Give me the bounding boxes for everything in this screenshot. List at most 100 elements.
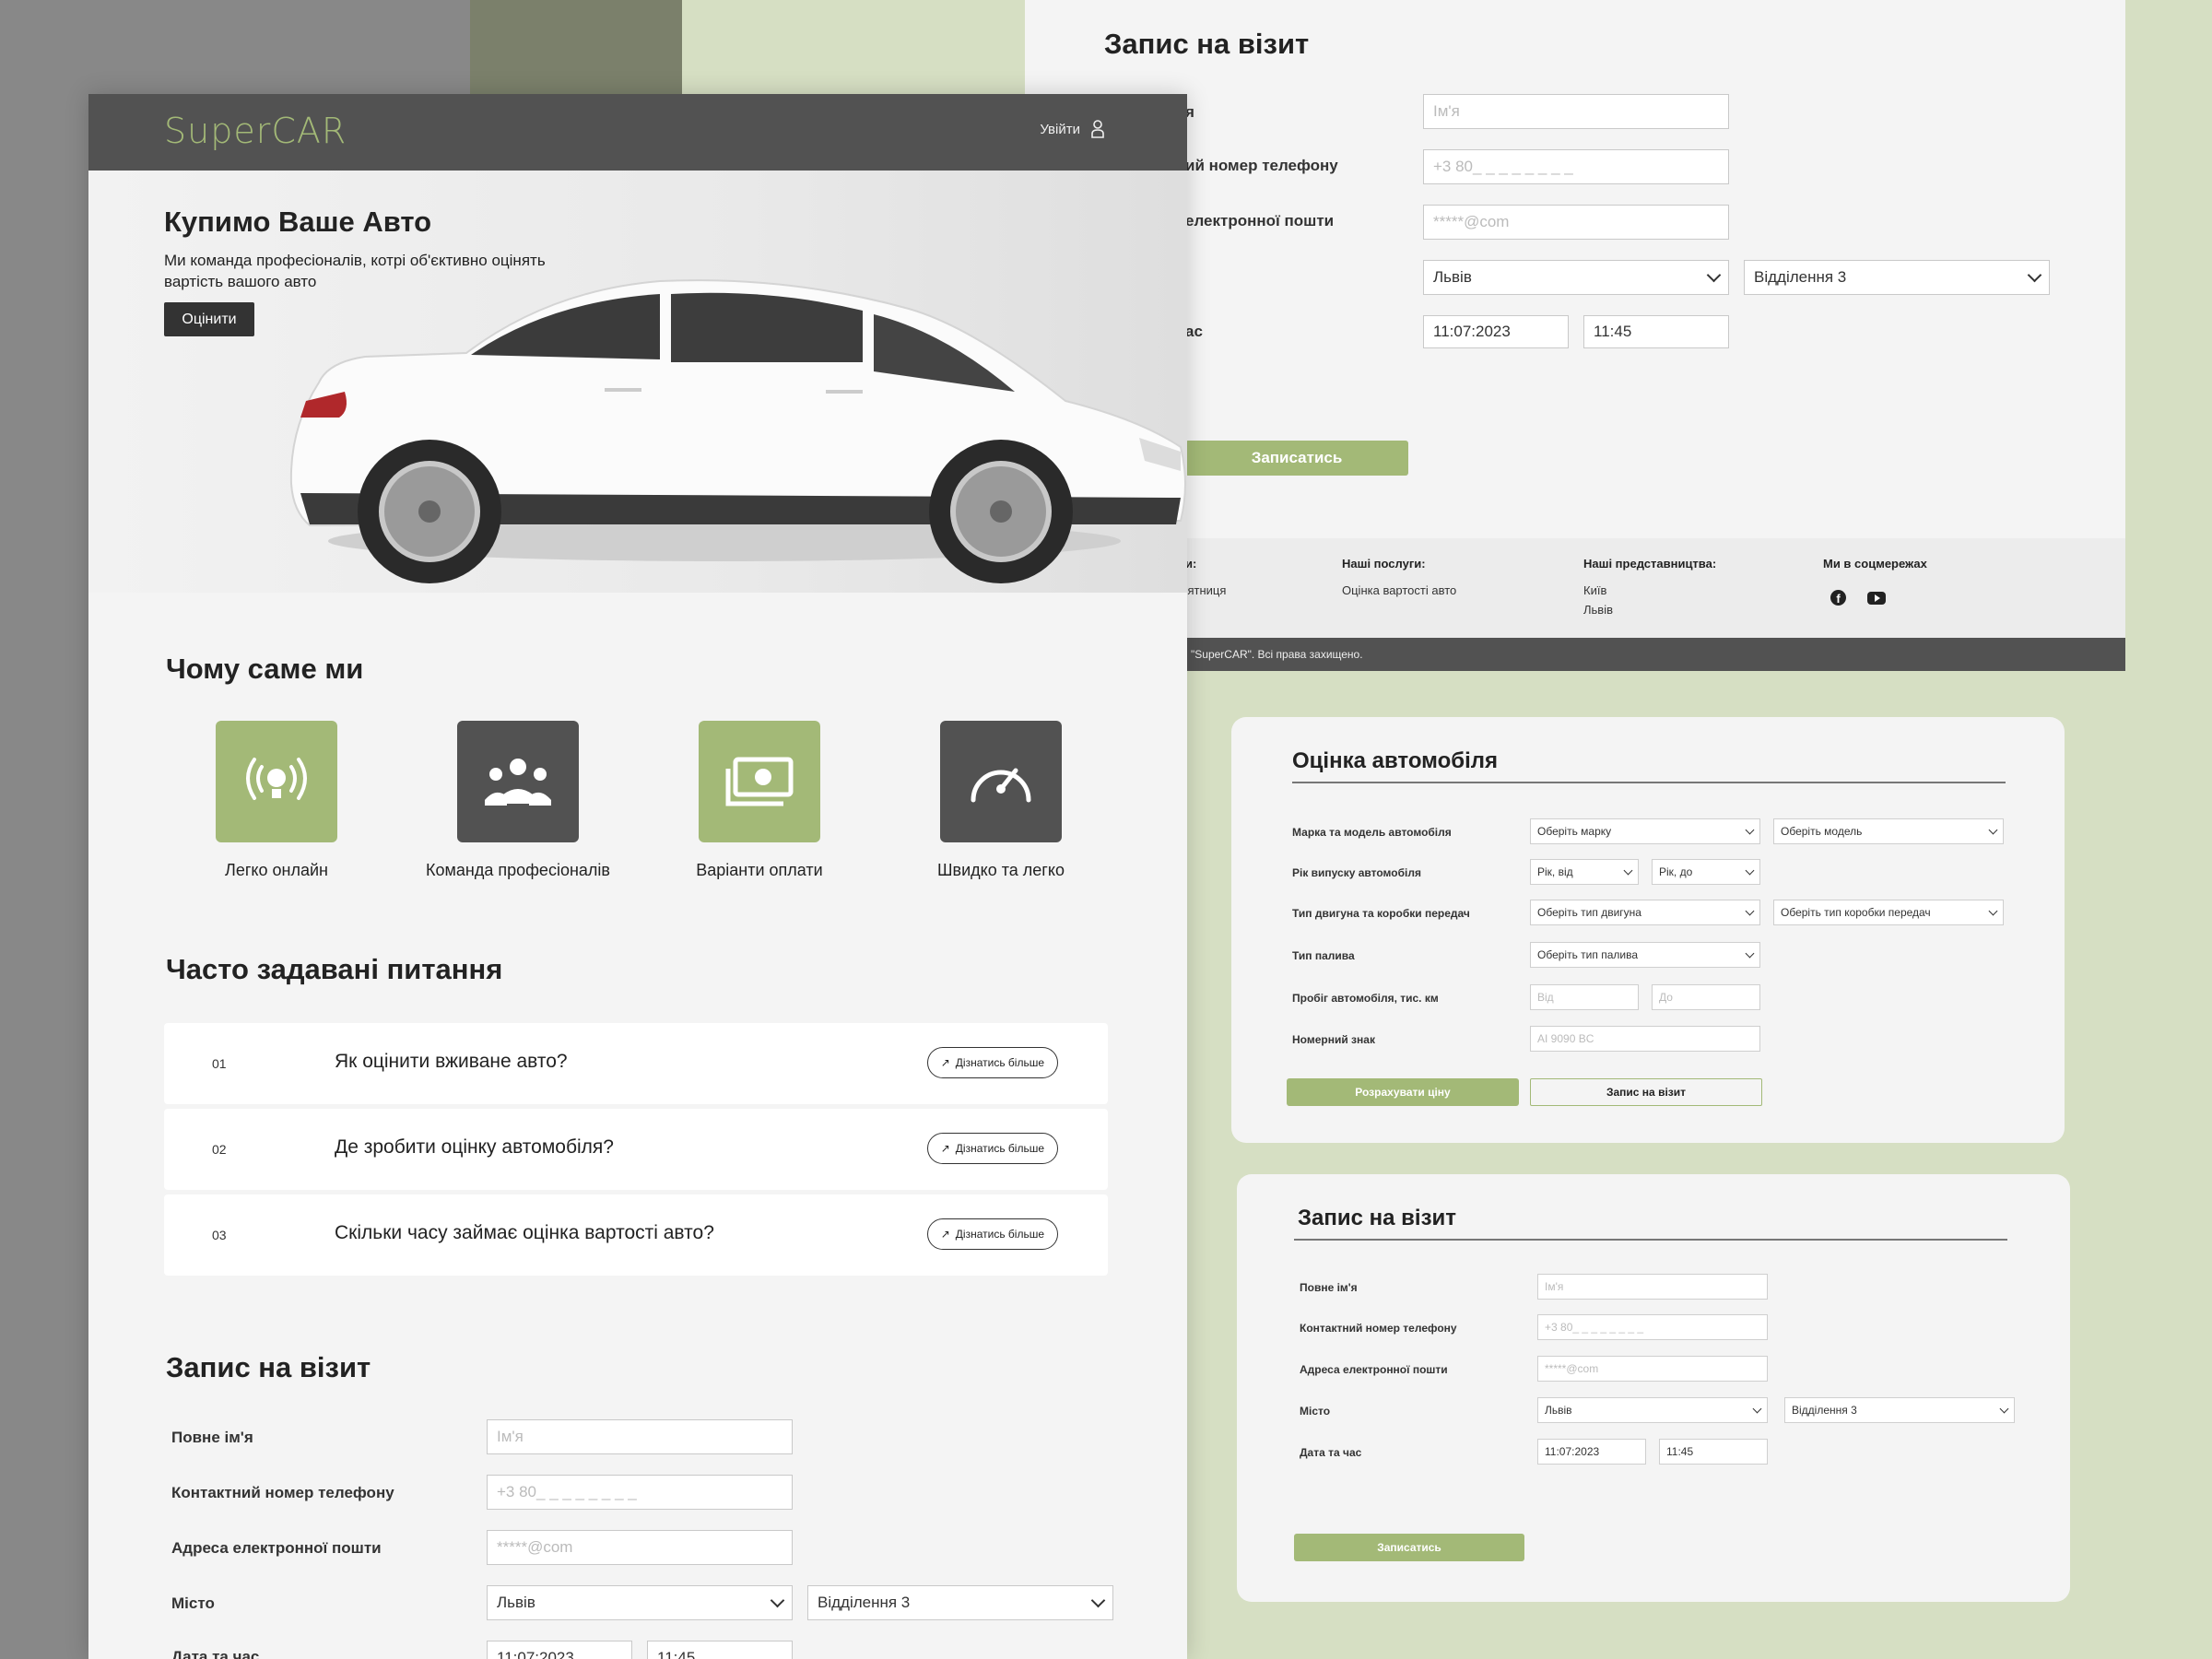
- visit-card-email-input[interactable]: *****@com: [1537, 1356, 1768, 1382]
- evaluation-visit-button[interactable]: Запис на візит: [1530, 1078, 1762, 1106]
- visit-top-date-input[interactable]: 11:07:2023: [1423, 315, 1569, 348]
- chevron-down-icon: [1988, 906, 1998, 916]
- fuel-select[interactable]: Оберіть тип палива: [1530, 942, 1760, 968]
- feature-team: Команда професіоналів: [417, 721, 619, 880]
- feature-online-label: Легко онлайн: [225, 861, 328, 879]
- visit-top-submit-button[interactable]: Записатись: [1185, 441, 1408, 476]
- chevron-down-icon: [1745, 825, 1755, 835]
- engine-select[interactable]: Оберіть тип двигуна: [1530, 900, 1760, 925]
- top-navbar: SuperCAR Увійти: [88, 94, 1187, 171]
- faq-item[interactable]: 03 Скільки часу займає оцінка вартості а…: [164, 1194, 1108, 1276]
- make-select[interactable]: Оберіть марку: [1530, 818, 1760, 844]
- visit-card-phone-label: Контактний номер телефону: [1300, 1322, 1457, 1335]
- feature-tile-fast: [940, 721, 1062, 842]
- mileage-from-input[interactable]: Від: [1530, 984, 1639, 1010]
- arrow-up-right-icon: ↗: [940, 1056, 950, 1069]
- make-value: Оберіть марку: [1537, 825, 1612, 838]
- hero-title: Купимо Ваше Авто: [164, 206, 432, 238]
- visit-card-city-select[interactable]: Львів: [1537, 1397, 1768, 1423]
- copyright-text: "SuperCAR". Всі права захищено.: [1191, 648, 1363, 661]
- chevron-down-icon: [1090, 1593, 1106, 1608]
- supercar-logo[interactable]: SuperCAR: [164, 111, 347, 151]
- visit-name-input[interactable]: Ім'я: [487, 1419, 793, 1454]
- plate-input[interactable]: AI 9090 BC: [1530, 1026, 1760, 1052]
- landing-page-panel: SuperCAR Увійти Купимо Ваше Авто Ми кома…: [88, 94, 1187, 1659]
- chevron-down-icon: [1999, 1404, 2009, 1414]
- login-link[interactable]: Увійти: [1040, 120, 1104, 138]
- visit-card-name-label: Повне ім'я: [1300, 1281, 1358, 1294]
- evaluation-title: Оцінка автомобіля: [1292, 748, 1499, 773]
- mileage-label: Пробіг автомобіля, тис. км: [1292, 992, 1439, 1005]
- year-to-select[interactable]: Рік, до: [1652, 859, 1760, 885]
- evaluation-divider: [1292, 782, 2006, 783]
- learn-more-button[interactable]: ↗ Дізнатись більше: [926, 1047, 1058, 1078]
- visit-top-city-value: Львів: [1433, 268, 1472, 286]
- visit-title: Запис на візит: [166, 1351, 371, 1383]
- feature-tile-online: [216, 721, 337, 842]
- feature-payment-label: Варіанти оплати: [696, 861, 823, 879]
- chevron-down-icon: [1752, 1404, 1762, 1414]
- visit-phone-input[interactable]: +3 80_ _ _ _ _ _ _ _: [487, 1475, 793, 1510]
- visit-card-time-input[interactable]: 11:45: [1659, 1439, 1768, 1465]
- hero-section: Купимо Ваше Авто Ми команда професіоналі…: [88, 171, 1187, 593]
- gearbox-value: Оберіть тип коробки передач: [1781, 906, 1931, 919]
- model-select[interactable]: Оберіть модель: [1773, 818, 2004, 844]
- chevron-down-icon: [1745, 906, 1755, 916]
- visit-form-panel-top: Запис на візит я Ім'я ий номер телефону …: [1025, 0, 2125, 671]
- learn-more-button[interactable]: ↗ Дізнатись більше: [926, 1133, 1058, 1164]
- visit-top-branch-select[interactable]: Відділення 3: [1744, 260, 2050, 295]
- visit-card-name-input[interactable]: Ім'я: [1537, 1274, 1768, 1300]
- facebook-icon[interactable]: f: [1830, 590, 1846, 606]
- model-value: Оберіть модель: [1781, 825, 1863, 838]
- visit-branch-select[interactable]: Відділення 3: [807, 1585, 1113, 1620]
- feature-tile-team: [457, 721, 579, 842]
- year-from-select[interactable]: Рік, від: [1530, 859, 1639, 885]
- footer-social-title: Ми в соцмережах: [1823, 557, 1927, 571]
- visit-card-branch-select[interactable]: Відділення 3: [1784, 1397, 2015, 1423]
- arrow-up-right-icon: ↗: [940, 1142, 950, 1155]
- gearbox-select[interactable]: Оберіть тип коробки передач: [1773, 900, 2004, 925]
- visit-top-email-input[interactable]: *****@com: [1423, 205, 1729, 240]
- visit-card-phone-input[interactable]: +3 80_ _ _ _ _ _ _ _: [1537, 1314, 1768, 1340]
- visit-city-select[interactable]: Львів: [487, 1585, 793, 1620]
- footer-office-lviv[interactable]: Львів: [1583, 600, 1613, 619]
- faq-question: Де зробити оцінку автомобіля?: [335, 1136, 614, 1158]
- visit-email-input[interactable]: *****@com: [487, 1530, 793, 1565]
- visit-top-email-label: електронної пошти: [1185, 212, 1335, 229]
- feature-tile-payment: [699, 721, 820, 842]
- arrow-up-right-icon: ↗: [940, 1228, 950, 1241]
- visit-top-time-input[interactable]: 11:45: [1583, 315, 1729, 348]
- visit-card: Запис на візит Повне ім'я Ім'я Контактни…: [1237, 1174, 2070, 1602]
- footer-services-link[interactable]: Оцінка вартості авто: [1342, 581, 1456, 600]
- chevron-down-icon: [1623, 865, 1633, 876]
- visit-card-city-label: Місто: [1300, 1405, 1331, 1418]
- visit-time-input[interactable]: 11:45: [647, 1641, 793, 1659]
- faq-number: 03: [212, 1228, 227, 1242]
- visit-card-city-value: Львів: [1545, 1404, 1572, 1417]
- visit-card-title: Запис на візит: [1298, 1206, 1457, 1230]
- visit-email-label: Адреса електронної пошти: [171, 1539, 382, 1557]
- calculate-price-button[interactable]: Розрахувати ціну: [1287, 1078, 1519, 1106]
- year-from-value: Рік, від: [1537, 865, 1573, 878]
- visit-card-date-input[interactable]: 11:07:2023: [1537, 1439, 1646, 1465]
- chevron-down-icon: [770, 1593, 785, 1608]
- footer-office-kyiv[interactable]: Київ: [1583, 581, 1606, 600]
- mileage-to-input[interactable]: До: [1652, 984, 1760, 1010]
- engine-value: Оберіть тип двигуна: [1537, 906, 1641, 919]
- faq-item[interactable]: 01 Як оцінити вживане авто? ↗ Дізнатись б…: [164, 1023, 1108, 1104]
- youtube-icon[interactable]: [1867, 592, 1886, 605]
- visit-city-label: Місто: [171, 1594, 215, 1612]
- visit-card-datetime-label: Дата та час: [1300, 1446, 1362, 1459]
- visit-top-name-input[interactable]: Ім'я: [1423, 94, 1729, 129]
- evaluate-button[interactable]: Оцінити: [164, 302, 254, 336]
- visit-top-city-select[interactable]: Львів: [1423, 260, 1729, 295]
- faq-item[interactable]: 02 Де зробити оцінку автомобіля? ↗ Дізнат…: [164, 1109, 1108, 1190]
- visit-date-input[interactable]: 11:07:2023: [487, 1641, 632, 1659]
- visit-card-submit-button[interactable]: Записатись: [1294, 1534, 1524, 1561]
- learn-more-button[interactable]: ↗ Дізнатись більше: [926, 1218, 1058, 1250]
- why-us-title: Чому саме ми: [166, 653, 364, 685]
- footer: и: 'ятниця Наші послуги: Оцінка вартості…: [1025, 538, 2125, 638]
- learn-more-label: Дізнатись більше: [955, 1142, 1044, 1155]
- visit-top-phone-input[interactable]: +3 80_ _ _ _ _ _ _ _: [1423, 149, 1729, 184]
- chevron-down-icon: [2027, 267, 2042, 283]
